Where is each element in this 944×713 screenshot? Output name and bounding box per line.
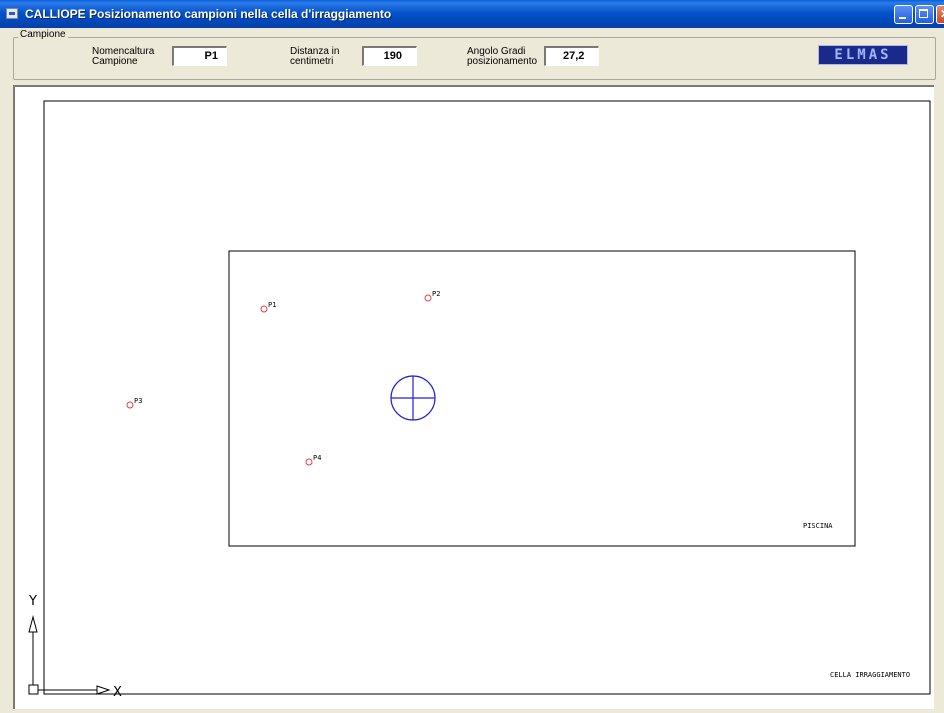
app-icon[interactable] xyxy=(6,8,18,19)
close-button[interactable] xyxy=(936,5,944,24)
cella-label: CELLA IRRAGGIAMENTO xyxy=(830,671,910,679)
axis-x-label: X xyxy=(113,685,122,700)
distanza-label-line2: centimetri xyxy=(290,56,334,67)
angolo-label-line2: posizionamento xyxy=(467,56,538,67)
angolo-input[interactable]: 27,2 xyxy=(544,46,599,66)
piscina-rect xyxy=(228,250,856,547)
nomenclatura-input[interactable]: P1 xyxy=(172,46,227,66)
angolo-label: Angolo Gradi posizionamento xyxy=(467,47,537,67)
sample-label: P2 xyxy=(432,290,440,298)
sample-marker-p4[interactable]: P4 xyxy=(305,454,321,466)
radiation-source-icon xyxy=(390,375,436,421)
minimize-button[interactable] xyxy=(894,5,913,24)
sample-marker-p1[interactable]: P1 xyxy=(260,301,276,313)
window-title: CALLIOPE Posizionamento campioni nella c… xyxy=(25,7,392,21)
sample-label: P1 xyxy=(268,301,276,309)
sample-marker-p3[interactable]: P3 xyxy=(126,397,142,409)
sample-marker-p2[interactable]: P2 xyxy=(424,290,440,302)
nomenclatura-label-line2: Campione xyxy=(92,56,138,67)
sample-label: P3 xyxy=(134,397,142,405)
drawing-svg: PISCINA CELLA IRRAGGIAMENTO P1 P2 P3 P4 … xyxy=(28,100,931,700)
drawing-canvas[interactable]: PISCINA CELLA IRRAGGIAMENTO P1 P2 P3 P4 … xyxy=(13,85,934,711)
distanza-input[interactable]: 190 xyxy=(362,46,417,66)
ucs-axes-icon xyxy=(28,615,111,695)
campione-group-label: Campione xyxy=(18,29,68,40)
distanza-label: Distanza in centimetri xyxy=(290,47,339,67)
elmas-logo: ELMAS xyxy=(818,45,908,65)
title-bar[interactable]: CALLIOPE Posizionamento campioni nella c… xyxy=(0,0,944,28)
axis-y-label: Y xyxy=(28,594,37,609)
nomenclatura-label: Nomencaltura Campione xyxy=(92,47,154,67)
sample-label: P4 xyxy=(313,454,321,462)
maximize-button[interactable] xyxy=(915,5,934,24)
app-window: CALLIOPE Posizionamento campioni nella c… xyxy=(0,0,944,713)
piscina-label: PISCINA xyxy=(803,522,833,530)
window-bottom-border xyxy=(0,709,944,713)
cella-irraggiamento-rect xyxy=(43,100,931,695)
